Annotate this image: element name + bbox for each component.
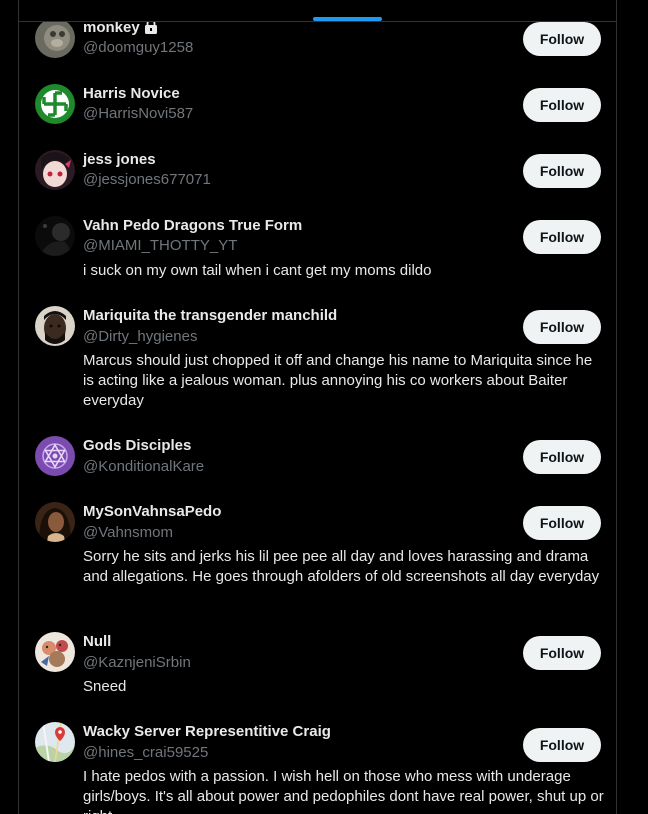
avatar[interactable] [35,216,75,256]
who-to-follow-column: monkey @doomguy1258 Follow Harris Novice… [18,0,617,814]
avatar[interactable] [35,84,75,124]
active-tab-indicator [313,17,382,21]
follow-button[interactable]: Follow [523,154,601,188]
follow-button[interactable]: Follow [523,220,601,254]
user-handle[interactable]: @KonditionalKare [83,457,204,477]
user-name[interactable]: Harris Novice [83,84,180,104]
tab-bar [19,0,616,22]
avatar[interactable] [35,150,75,190]
avatar[interactable] [35,436,75,476]
avatar[interactable] [35,722,75,762]
user-bio: Marcus should just chopped it off and ch… [83,352,593,409]
user-handle[interactable]: @doomguy1258 [83,38,193,58]
follow-button[interactable]: Follow [523,440,601,474]
user-bio: i suck on my own tail when i cant get my… [83,262,432,279]
avatar[interactable] [35,632,75,672]
user-bio: Sneed [83,678,127,695]
follow-button[interactable]: Follow [523,636,601,670]
avatar[interactable] [35,502,75,542]
lock-icon [144,18,158,40]
user-handle[interactable]: @Dirty_hygienes [83,327,197,347]
user-name[interactable]: Null [83,632,111,652]
user-handle[interactable]: @Vahnsmom [83,523,173,543]
user-name[interactable]: Wacky Server Representitive Craig [83,722,331,742]
user-name[interactable]: Mariquita the transgender manchild [83,306,337,326]
follow-button[interactable]: Follow [523,506,601,540]
follow-button[interactable]: Follow [523,310,601,344]
user-handle[interactable]: @KaznjeniSrbin [83,653,191,673]
avatar[interactable] [35,18,75,58]
user-name[interactable]: MySonVahnsaPedo [83,502,221,522]
user-name[interactable]: jess jones [83,150,156,170]
follow-button[interactable]: Follow [523,728,601,762]
user-name[interactable]: Vahn Pedo Dragons True Form [83,216,302,236]
user-name[interactable]: Gods Disciples [83,436,191,456]
user-handle[interactable]: @jessjones677071 [83,170,211,190]
avatar[interactable] [35,306,75,346]
follow-button[interactable]: Follow [523,22,601,56]
follow-button[interactable]: Follow [523,88,601,122]
user-handle[interactable]: @HarrisNovi587 [83,104,193,124]
user-bio: I hate pedos with a passion. I wish hell… [83,768,604,814]
user-bio: Sorry he sits and jerks his lil pee pee … [83,548,600,585]
user-handle[interactable]: @hines_crai59525 [83,743,208,763]
user-handle[interactable]: @MIAMI_THOTTY_YT [83,236,237,256]
